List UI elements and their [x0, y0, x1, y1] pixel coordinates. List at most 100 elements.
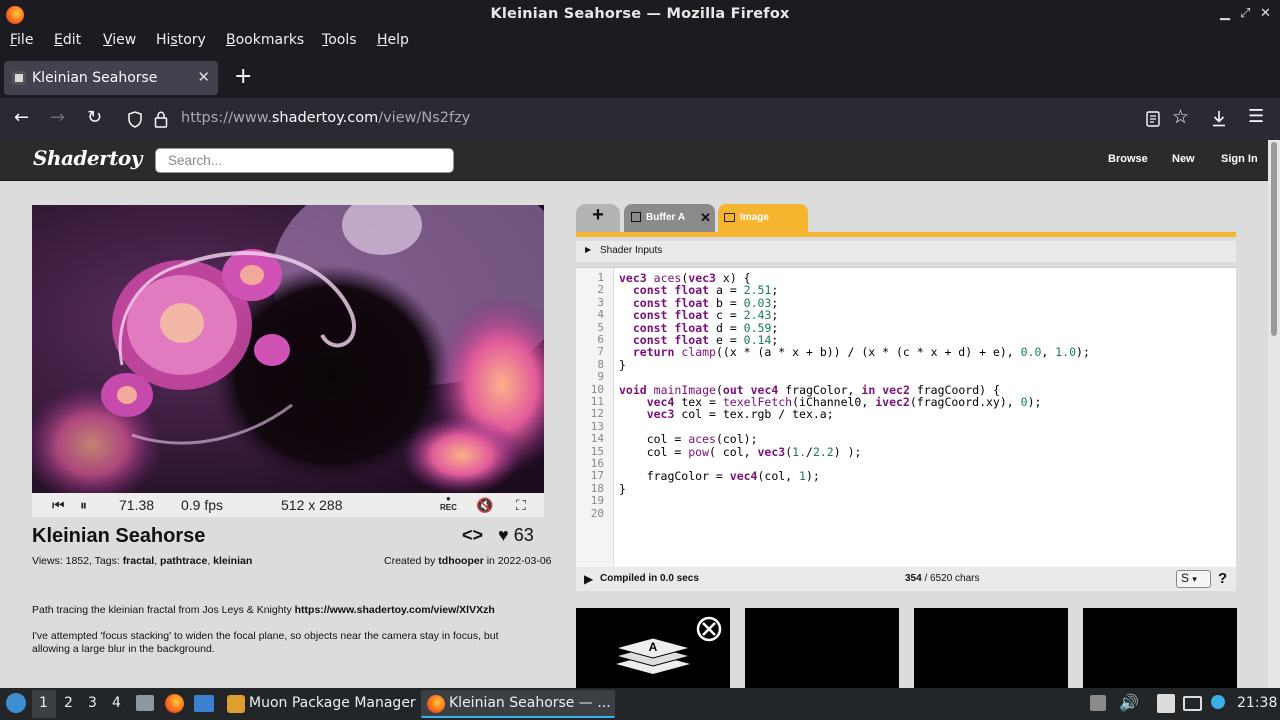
code-line[interactable]: fragColor = vec4(col, 1);: [619, 470, 820, 483]
code-line[interactable]: }: [619, 482, 626, 495]
line-number: 19: [590, 494, 604, 508]
new-link[interactable]: New: [1172, 153, 1195, 165]
font-size-select[interactable]: S ▾: [1176, 570, 1211, 588]
tag-link[interactable]: kleinian: [213, 555, 252, 567]
shader-canvas[interactable]: [32, 205, 544, 493]
pause-icon[interactable]: ⏸: [80, 497, 87, 514]
menu-view[interactable]: View: [103, 32, 136, 48]
tag-link[interactable]: fractal: [123, 555, 155, 567]
workspace-3[interactable]: 3: [88, 695, 97, 711]
heart-icon[interactable]: ♥: [498, 525, 509, 545]
notifications-icon[interactable]: [1211, 695, 1225, 709]
menu-help[interactable]: Help: [377, 32, 409, 48]
terminal-icon[interactable]: [194, 695, 214, 712]
start-menu-icon[interactable]: [6, 693, 26, 713]
code-line[interactable]: return clamp((x * (a * x + b)) / (x * (c…: [619, 346, 1090, 359]
file-manager-icon[interactable]: [136, 695, 154, 711]
shader-author: Created by tdhooper in 2022-03-06: [384, 555, 552, 567]
image-monitor-icon: [724, 213, 735, 222]
add-buffer-button[interactable]: +: [576, 204, 620, 232]
buffer-a-layers-icon: A: [614, 616, 722, 674]
task-muon-package-manager[interactable]: Muon Package Manager: [224, 690, 416, 718]
bookmark-star-icon[interactable]: ☆: [1172, 106, 1189, 128]
reload-icon[interactable]: ↻: [87, 107, 102, 128]
menu-file[interactable]: File: [10, 32, 33, 48]
clock[interactable]: 21:38: [1237, 695, 1277, 711]
likes-count: 63: [513, 525, 534, 545]
downloads-icon[interactable]: [1211, 110, 1227, 127]
menu-tools[interactable]: Tools: [322, 32, 357, 48]
menu-edit[interactable]: Edit: [54, 32, 81, 48]
firefox-launcher-icon[interactable]: [165, 694, 184, 713]
maximize-icon[interactable]: ⤢: [1240, 6, 1250, 21]
page-scrollbar[interactable]: [1268, 140, 1280, 688]
tab-close-icon[interactable]: ✕: [197, 68, 210, 86]
time-display: 71.38: [119, 497, 155, 513]
channel-1-input[interactable]: [745, 608, 899, 688]
channel-0-input[interactable]: A: [576, 608, 730, 688]
compile-status: Compiled in 0.0 secs: [600, 573, 699, 584]
forward-icon[interactable]: →: [50, 107, 65, 128]
shader-description-1: Path tracing the kleinian fractal from J…: [32, 604, 495, 616]
active-tab-underline: [576, 232, 1236, 237]
line-number-gutter: 1 2 3 4 5 6 7 8 9 10 11 12 13 14 15 16 17 18 19 20: [576, 268, 614, 568]
network-icon[interactable]: [1183, 696, 1202, 711]
help-button[interactable]: ?: [1218, 570, 1227, 587]
channel-2-input[interactable]: [914, 608, 1068, 688]
window-titlebar: Kleinian Seahorse — Mozilla Firefox ▁ ⤢ …: [0, 0, 1280, 30]
new-tab-icon[interactable]: +: [234, 64, 252, 89]
volume-icon[interactable]: 🔊: [1119, 693, 1139, 712]
likes-counter[interactable]: ♥ 63: [498, 525, 534, 546]
url-bar[interactable]: https://www.shadertoy.com/view/Ns2fzy: [118, 103, 1128, 135]
tab-kleinian-seahorse[interactable]: Kleinian Seahorse ✕: [4, 61, 218, 95]
menu-bar: File Edit View History Bookmarks Tools Help: [0, 30, 1280, 52]
shadertoy-favicon-icon: [12, 71, 26, 85]
menu-history[interactable]: History: [156, 32, 206, 48]
workspace-4[interactable]: 4: [112, 695, 121, 711]
sign-in-link[interactable]: Sign In: [1221, 153, 1258, 165]
browse-link[interactable]: Browse: [1108, 153, 1148, 165]
tab-close-icon[interactable]: ✕: [700, 210, 711, 226]
tag-link[interactable]: pathtrace: [160, 555, 207, 567]
navigation-bar: ← → ↻ https://www.shadertoy.com/view/Ns2…: [0, 98, 1280, 140]
buffer-icon: [631, 212, 641, 222]
close-icon[interactable]: ✕: [1260, 6, 1271, 21]
tracking-protection-icon[interactable]: [127, 111, 143, 128]
resolution-display: 512 x 288: [281, 497, 343, 513]
player-controls: ⏮ ⏸ 71.38 0.9 fps 512 x 288 ● REC 🔇 ⛶: [32, 493, 544, 517]
channel-3-input[interactable]: [1083, 608, 1237, 688]
shader-stats: Views: 1852, Tags: fractal, pathtrace, k…: [32, 555, 253, 567]
workspace-2[interactable]: 2: [64, 695, 73, 711]
workspace-1[interactable]: 1: [39, 695, 48, 711]
code-line[interactable]: }: [619, 358, 626, 371]
shader-description-2: I've attempted 'focus stacking' to widen…: [32, 630, 499, 655]
minimize-icon[interactable]: ▁: [1220, 6, 1230, 21]
volume-mute-icon[interactable]: 🔇: [476, 497, 493, 514]
code-line[interactable]: col = pow( col, vec3(1./2.2) );: [619, 445, 862, 458]
reader-view-icon[interactable]: [1146, 111, 1160, 127]
search-input[interactable]: Search...: [155, 148, 454, 173]
author-link[interactable]: tdhooper: [438, 555, 484, 567]
shadertoy-logo[interactable]: Shadertoy: [33, 146, 142, 170]
code-line[interactable]: vec3 col = tex.rgb / tex.a;: [619, 408, 834, 421]
description-link[interactable]: https://www.shadertoy.com/view/XlVXzh: [295, 604, 495, 616]
tab-image[interactable]: Image: [718, 204, 808, 232]
window-title: Kleinian Seahorse — Mozilla Firefox: [490, 6, 790, 22]
record-button[interactable]: ● REC: [440, 494, 457, 512]
menu-bookmarks[interactable]: Bookmarks: [226, 32, 304, 48]
back-icon[interactable]: ←: [14, 107, 29, 128]
tray-expand-icon[interactable]: [1090, 695, 1106, 711]
app-menu-icon[interactable]: ☰: [1248, 106, 1264, 127]
compile-play-icon[interactable]: ▶: [584, 572, 593, 586]
task-firefox[interactable]: Kleinian Seahorse — ...: [421, 690, 615, 718]
shader-inputs-toggle[interactable]: ▶ Shader Inputs: [576, 241, 1236, 262]
scrollbar-thumb[interactable]: [1271, 142, 1277, 336]
clipboard-icon[interactable]: [1157, 694, 1175, 713]
embed-code-icon[interactable]: <>: [462, 525, 483, 546]
lock-icon[interactable]: [154, 111, 168, 128]
line-number: 12: [590, 407, 604, 421]
rewind-icon[interactable]: ⏮: [52, 497, 65, 514]
fullscreen-icon[interactable]: ⛶: [516, 497, 526, 514]
code-editor[interactable]: 1 2 3 4 5 6 7 8 9 10 11 12 13 14 15 16 17 18 19 20 vec3 ace…: [576, 267, 1236, 568]
tab-buffer-a[interactable]: Buffer A ✕: [624, 204, 715, 232]
